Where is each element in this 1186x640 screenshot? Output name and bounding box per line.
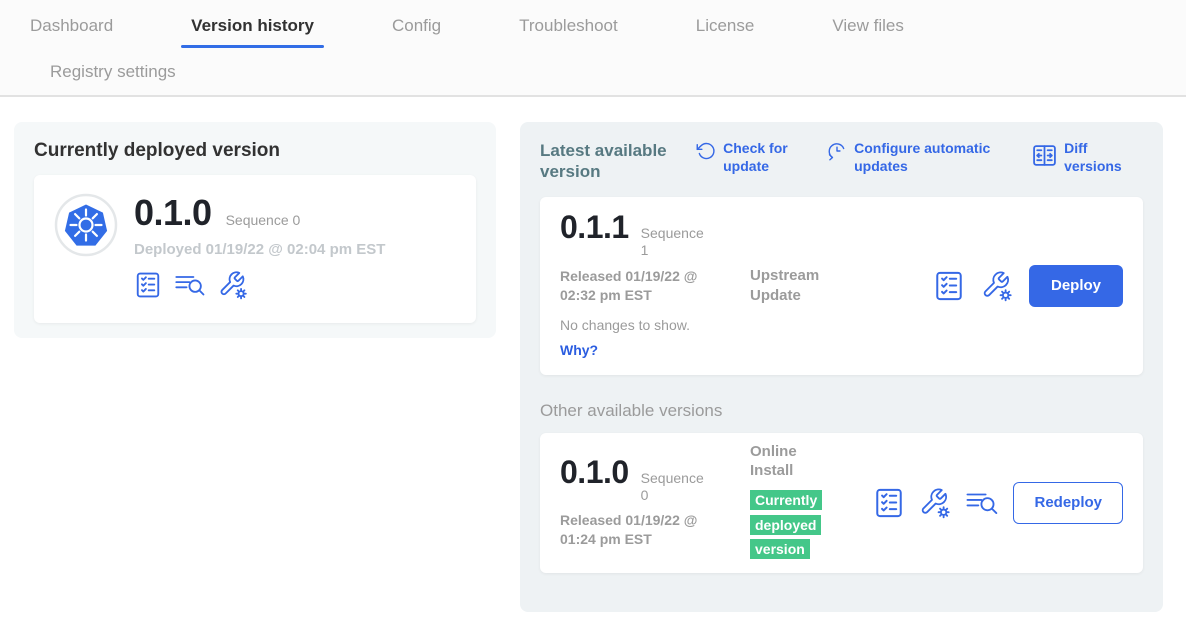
deployed-version-card: 0.1.0 Sequence 0 Deployed 01/19/22 @ 02:… (34, 175, 476, 323)
other-versions-title: Other available versions (540, 401, 1143, 421)
tab-license[interactable]: License (686, 16, 765, 48)
no-changes-text: No changes to show. (560, 317, 750, 333)
other-source-label: Online Install (750, 442, 812, 481)
latest-available-panel: Latest available version Check for updat… (520, 122, 1163, 612)
deployed-timestamp: Deployed 01/19/22 @ 02:04 pm EST (134, 241, 385, 258)
configure-automatic-updates-link[interactable]: Configure automatic updates (827, 140, 1004, 175)
configure-automatic-updates-label: Configure automatic updates (854, 140, 1004, 175)
why-link[interactable]: Why? (560, 342, 598, 358)
other-version-info: 0.1.0 Sequence 0 Released 01/19/22 @ 01:… (560, 456, 750, 549)
nav-row-1: Dashboard Version history Config Trouble… (0, 0, 1186, 48)
tab-troubleshoot[interactable]: Troubleshoot (509, 16, 628, 48)
check-for-update-label: Check for update (723, 140, 799, 175)
other-released-timestamp: Released 01/19/22 @ 01:24 pm EST (560, 511, 720, 549)
latest-version-number: 0.1.1 (560, 211, 629, 243)
redeploy-button[interactable]: Redeploy (1013, 482, 1123, 524)
deploy-logs-icon[interactable] (965, 488, 999, 518)
other-version-number: 0.1.0 (560, 456, 629, 488)
tab-config[interactable]: Config (382, 16, 451, 48)
currently-deployed-panel: Currently deployed version (14, 122, 496, 338)
latest-version-card: 0.1.1 Sequence 1 Released 01/19/22 @ 02:… (540, 197, 1143, 375)
preflight-checks-icon[interactable] (134, 271, 162, 299)
deployed-sequence: Sequence 0 (226, 212, 301, 228)
other-source-col: Online Install Currently deployed versio… (750, 442, 873, 563)
preflight-checks-icon[interactable] (933, 270, 965, 302)
diff-versions-label: Diff versions (1064, 140, 1143, 175)
edit-config-icon[interactable] (919, 487, 951, 519)
tab-dashboard[interactable]: Dashboard (20, 16, 123, 48)
kubernetes-logo-icon (54, 193, 118, 305)
latest-available-header: Latest available version Check for updat… (540, 140, 1143, 183)
currently-deployed-badge-text: Currently deployed version (750, 490, 822, 560)
currently-deployed-badge: Currently deployed version (750, 489, 838, 563)
deploy-logs-icon[interactable] (174, 271, 206, 299)
latest-source-label: Upstream Update (750, 266, 835, 305)
nav-row-2: Registry settings (0, 48, 1186, 94)
edit-config-icon[interactable] (981, 270, 1013, 302)
latest-version-info: 0.1.1 Sequence 1 Released 01/19/22 @ 02:… (560, 211, 750, 359)
tab-version-history[interactable]: Version history (181, 16, 324, 48)
latest-released-timestamp: Released 01/19/22 @ 02:32 pm EST (560, 267, 720, 305)
top-nav: Dashboard Version history Config Trouble… (0, 0, 1186, 97)
refresh-icon (696, 140, 716, 166)
latest-available-title: Latest available version (540, 140, 668, 183)
other-version-card: 0.1.0 Sequence 0 Released 01/19/22 @ 01:… (540, 433, 1143, 573)
deployed-version-info: 0.1.0 Sequence 0 Deployed 01/19/22 @ 02:… (134, 193, 385, 305)
currently-deployed-title: Currently deployed version (34, 140, 476, 162)
diff-icon (1032, 143, 1057, 172)
latest-actions: Deploy (933, 265, 1123, 307)
latest-sequence: Sequence 1 (641, 225, 707, 259)
clock-refresh-icon (827, 140, 847, 166)
tab-registry-settings[interactable]: Registry settings (40, 62, 186, 94)
latest-source-col: Upstream Update (750, 266, 933, 305)
preflight-checks-icon[interactable] (873, 487, 905, 519)
edit-config-icon[interactable] (218, 270, 248, 300)
other-sequence: Sequence 0 (641, 470, 707, 504)
tab-view-files[interactable]: View files (822, 16, 914, 48)
diff-versions-link[interactable]: Diff versions (1032, 140, 1143, 175)
admin-console: Dashboard Version history Config Trouble… (0, 0, 1186, 640)
deploy-button[interactable]: Deploy (1029, 265, 1123, 307)
other-actions: Redeploy (873, 482, 1123, 524)
deployed-version-number: 0.1.0 (134, 195, 212, 231)
check-for-update-link[interactable]: Check for update (696, 140, 799, 175)
